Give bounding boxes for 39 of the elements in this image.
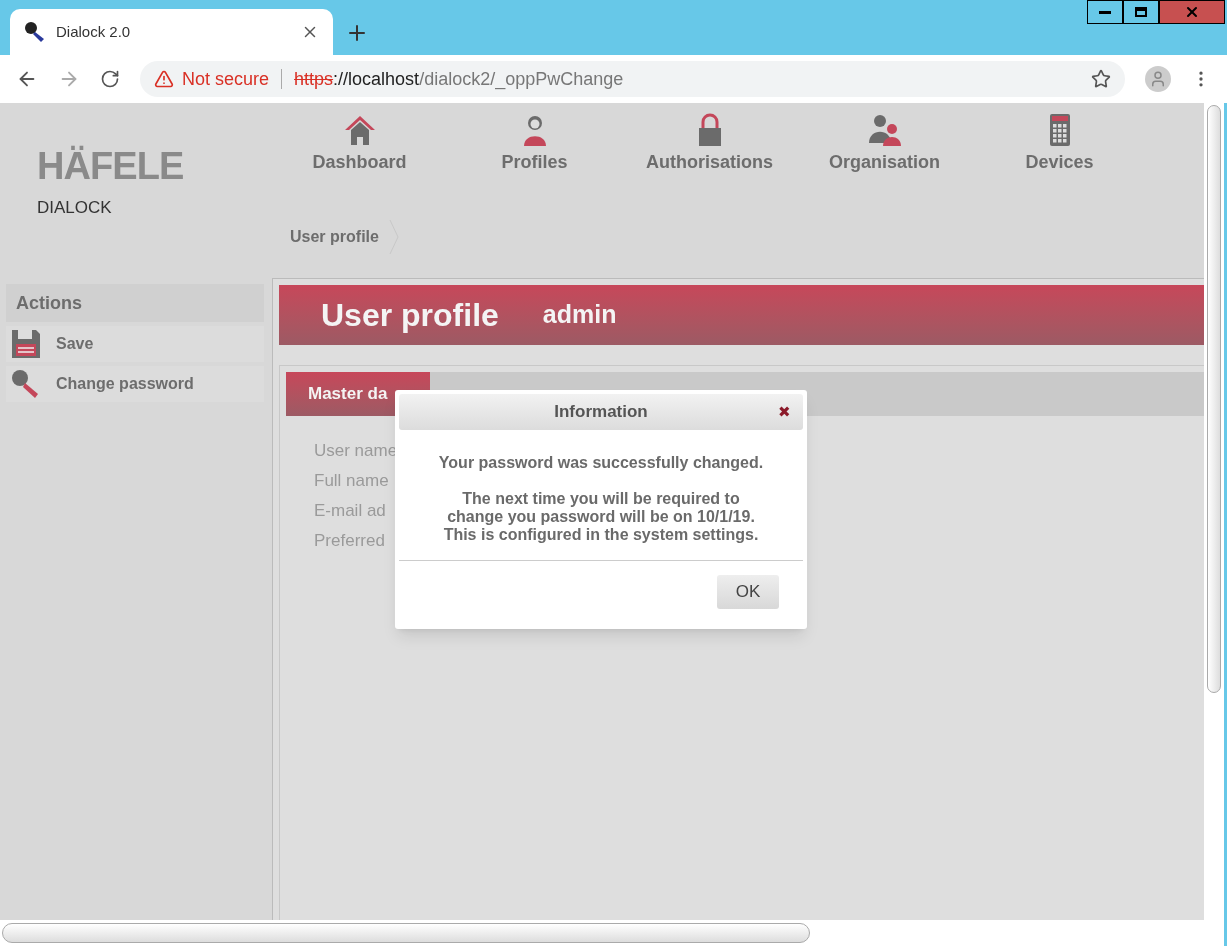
action-item[interactable]: Change password bbox=[6, 366, 264, 402]
nav-item[interactable]: Authorisations bbox=[622, 113, 797, 183]
detail-line: This is configured in the system settings. bbox=[443, 526, 759, 544]
breadcrumb[interactable]: User profile bbox=[290, 225, 379, 249]
close-button[interactable]: ✖ bbox=[778, 400, 791, 424]
nav-item[interactable]: Devices bbox=[972, 113, 1147, 183]
brand-logo: HÄFELE bbox=[37, 147, 184, 185]
horizontal-scrollbar[interactable] bbox=[2, 923, 810, 943]
browser-tab[interactable]: Dialock 2.0 bbox=[10, 9, 333, 55]
address-bar[interactable]: Not secure https://localhost/dialock2/_oppPwChange bbox=[140, 61, 1125, 97]
profile-avatar-icon[interactable] bbox=[1145, 66, 1171, 92]
nav-item[interactable]: Dashboard bbox=[272, 113, 447, 183]
field-label: User name bbox=[314, 440, 398, 460]
field-label: Preferred bbox=[314, 530, 385, 550]
bookmark-star-icon[interactable] bbox=[1091, 69, 1111, 89]
close-icon[interactable] bbox=[1159, 0, 1225, 24]
detail-line: The next time you will be required to bbox=[462, 490, 740, 508]
security-label: Not secure bbox=[182, 67, 270, 91]
detail-line: change you password will be on 10/1/19. bbox=[447, 508, 755, 526]
user-name: admin bbox=[542, 299, 617, 331]
minimize-icon[interactable] bbox=[1087, 0, 1123, 24]
url-text: https://localhost/dialock2/_oppPwChange bbox=[294, 67, 625, 92]
maximize-icon[interactable] bbox=[1123, 0, 1159, 24]
ok-button[interactable]: OK bbox=[717, 575, 779, 609]
nav-item[interactable]: Profiles bbox=[447, 113, 622, 183]
nav-item[interactable]: Organisation bbox=[797, 113, 972, 183]
warning-icon bbox=[154, 69, 174, 89]
reload-icon[interactable] bbox=[100, 69, 120, 89]
action-item[interactable]: Save bbox=[6, 326, 264, 362]
dialog-title: Information bbox=[554, 401, 648, 424]
tab-title: Dialock 2.0 bbox=[56, 21, 132, 42]
vertical-scrollbar[interactable] bbox=[1207, 105, 1221, 693]
field-label: E-mail ad bbox=[314, 500, 386, 520]
people-icon bbox=[866, 113, 903, 147]
field-label: Full name bbox=[314, 470, 389, 490]
brand-subtitle: DIALOCK bbox=[37, 197, 112, 219]
page-title: User profile bbox=[321, 296, 499, 335]
success-message: Your password was successfully changed. bbox=[438, 454, 764, 472]
actions-header: Actions bbox=[6, 284, 264, 322]
